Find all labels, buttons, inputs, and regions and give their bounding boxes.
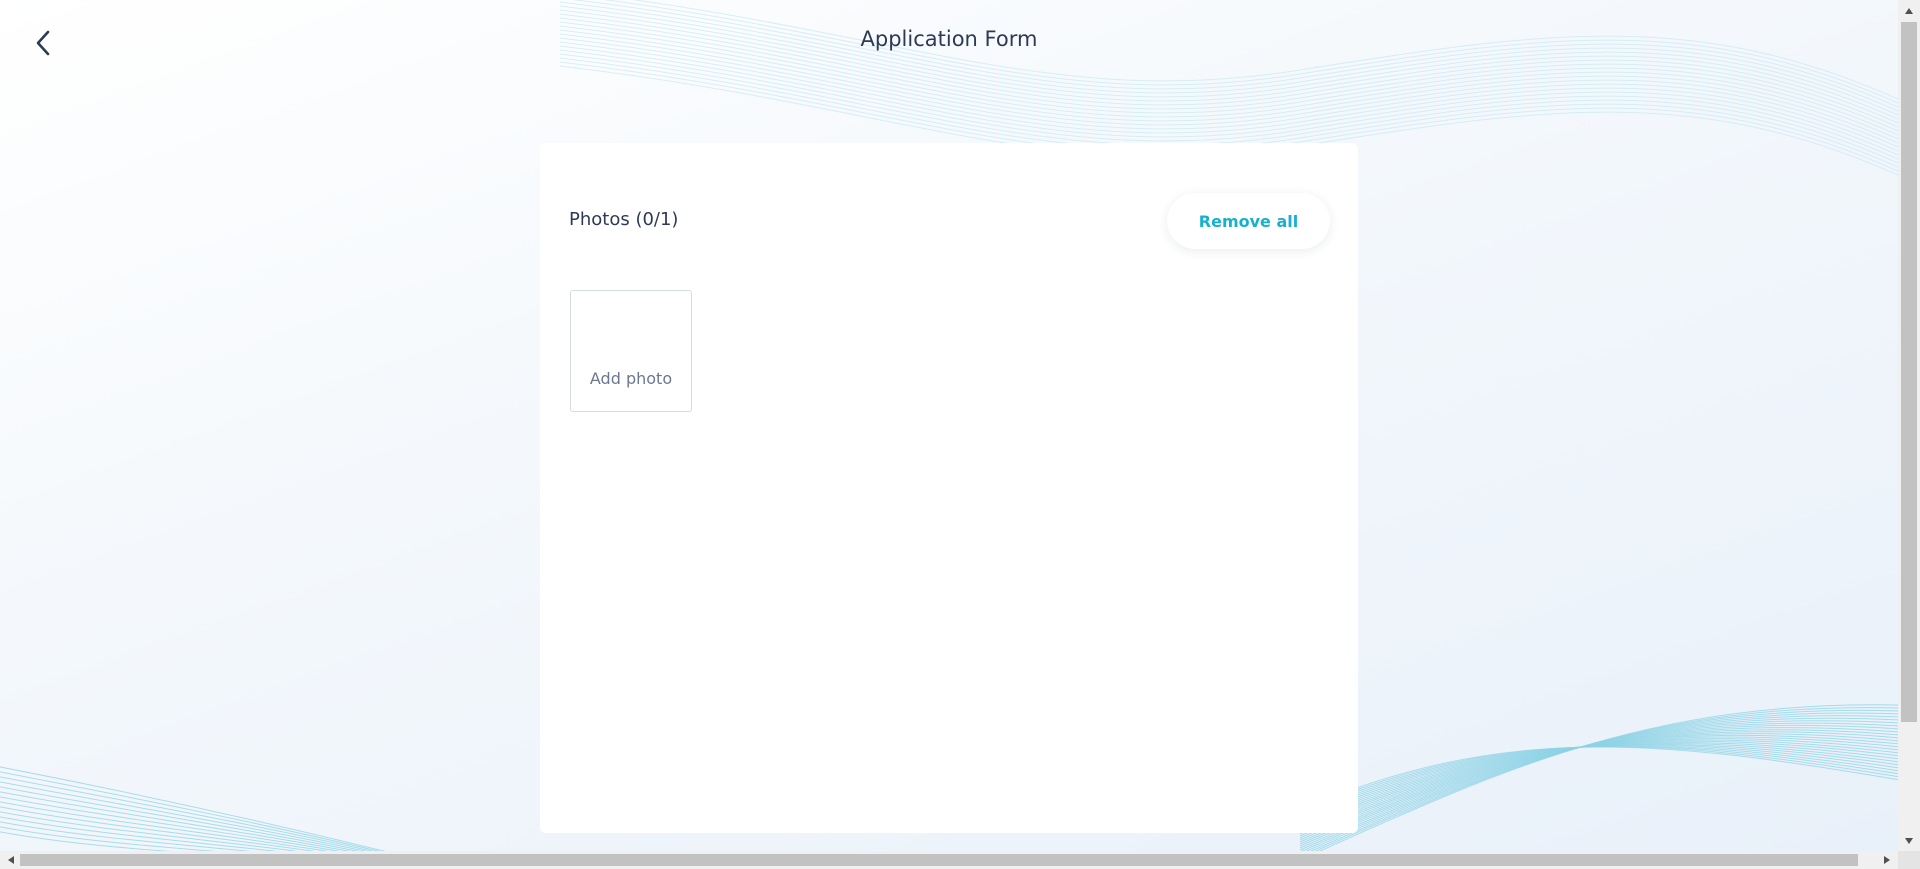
- horizontal-scrollbar[interactable]: [0, 851, 1898, 869]
- add-photo-label: Add photo: [589, 369, 673, 388]
- scrollbar-corner: [1898, 851, 1920, 869]
- scroll-right-arrow[interactable]: [1878, 851, 1896, 869]
- scroll-up-arrow[interactable]: [1898, 2, 1920, 19]
- triangle-right-icon: [1884, 856, 1890, 864]
- vertical-scrollbar[interactable]: [1898, 0, 1920, 851]
- scroll-left-arrow[interactable]: [2, 851, 20, 869]
- scroll-down-arrow[interactable]: [1898, 832, 1920, 849]
- remove-all-button[interactable]: Remove all: [1167, 193, 1330, 249]
- triangle-left-icon: [8, 856, 14, 864]
- vertical-scroll-thumb[interactable]: [1901, 22, 1917, 722]
- photos-section-title: Photos (0/1): [569, 209, 679, 230]
- add-photo-tile[interactable]: Add photo: [570, 290, 692, 412]
- triangle-up-icon: [1905, 7, 1913, 14]
- photos-card: Photos (0/1) Remove all Add photo: [540, 143, 1358, 833]
- page-title: Application Form: [860, 27, 1038, 51]
- horizontal-scroll-thumb[interactable]: [20, 854, 1858, 866]
- triangle-down-icon: [1905, 837, 1913, 844]
